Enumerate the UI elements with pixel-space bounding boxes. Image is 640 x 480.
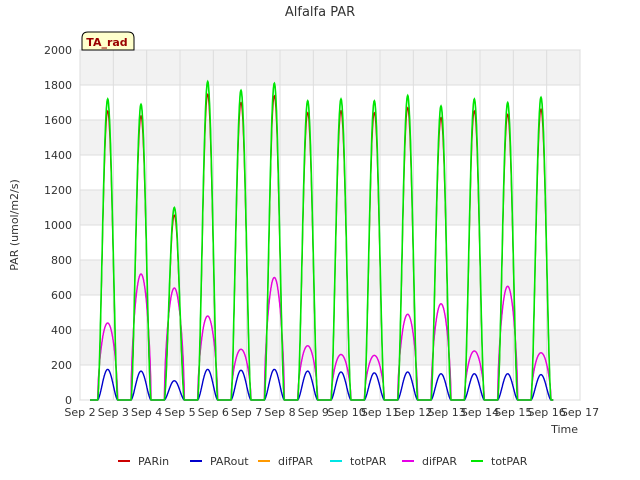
legend-item: difPAR <box>258 455 313 468</box>
legend-item: difPAR <box>402 455 457 468</box>
x-tick-label: Sep 9 <box>298 406 329 419</box>
y-tick-label: 600 <box>51 289 72 302</box>
plot-area <box>79 49 581 401</box>
grid-band <box>80 50 580 85</box>
y-axis-label: PAR (umol/m2/s) <box>8 179 21 271</box>
legend-label: PARout <box>210 455 249 468</box>
legend-label: difPAR <box>278 455 313 468</box>
grid-band <box>80 190 580 225</box>
y-tick-label: 800 <box>51 254 72 267</box>
legend-label: totPAR <box>491 455 528 468</box>
y-tick-label: 400 <box>51 324 72 337</box>
legend-item: totPAR <box>330 455 387 468</box>
badge-label: TA_rad <box>86 36 127 49</box>
y-tick-label: 1000 <box>44 219 72 232</box>
x-tick-label: Sep 5 <box>164 406 195 419</box>
y-tick-label: 1200 <box>44 184 72 197</box>
x-tick-label: Sep 3 <box>98 406 129 419</box>
y-axis-ticks: 0200400600800100012001400160018002000 <box>44 44 72 407</box>
legend-label: difPAR <box>422 455 457 468</box>
y-tick-label: 200 <box>51 359 72 372</box>
ta-rad-badge: TA_rad <box>81 31 135 51</box>
x-tick-label: Sep 7 <box>231 406 262 419</box>
x-tick-label: Sep 8 <box>264 406 295 419</box>
legend-item: PARout <box>190 455 249 468</box>
y-tick-label: 2000 <box>44 44 72 57</box>
x-axis-ticks: Sep 2 Sep 3 Sep 4 Sep 5 Sep 6 Sep 7 Sep 8 Sep 9… <box>64 406 599 419</box>
y-tick-label: 1600 <box>44 114 72 127</box>
x-tick-label: Sep 17 <box>561 406 599 419</box>
legend-item: PARin <box>118 455 169 468</box>
legend-label: PARin <box>138 455 169 468</box>
x-tick-label: Sep 4 <box>131 406 162 419</box>
grid-band <box>80 330 580 365</box>
chart-title: Alfalfa PAR <box>285 5 355 20</box>
x-tick-label: Sep 2 <box>64 406 95 419</box>
par-chart: Alfalfa PAR 0200400600800100012001400160… <box>8 5 599 468</box>
x-axis-label: Time <box>550 423 578 436</box>
y-tick-label: 1400 <box>44 149 72 162</box>
legend-item: totPAR <box>471 455 528 468</box>
legend-label: totPAR <box>350 455 387 468</box>
x-tick-label: Sep 6 <box>198 406 229 419</box>
y-tick-label: 1800 <box>44 79 72 92</box>
legend: PARin PARout difPAR totPAR difPAR totPAR <box>118 455 528 468</box>
